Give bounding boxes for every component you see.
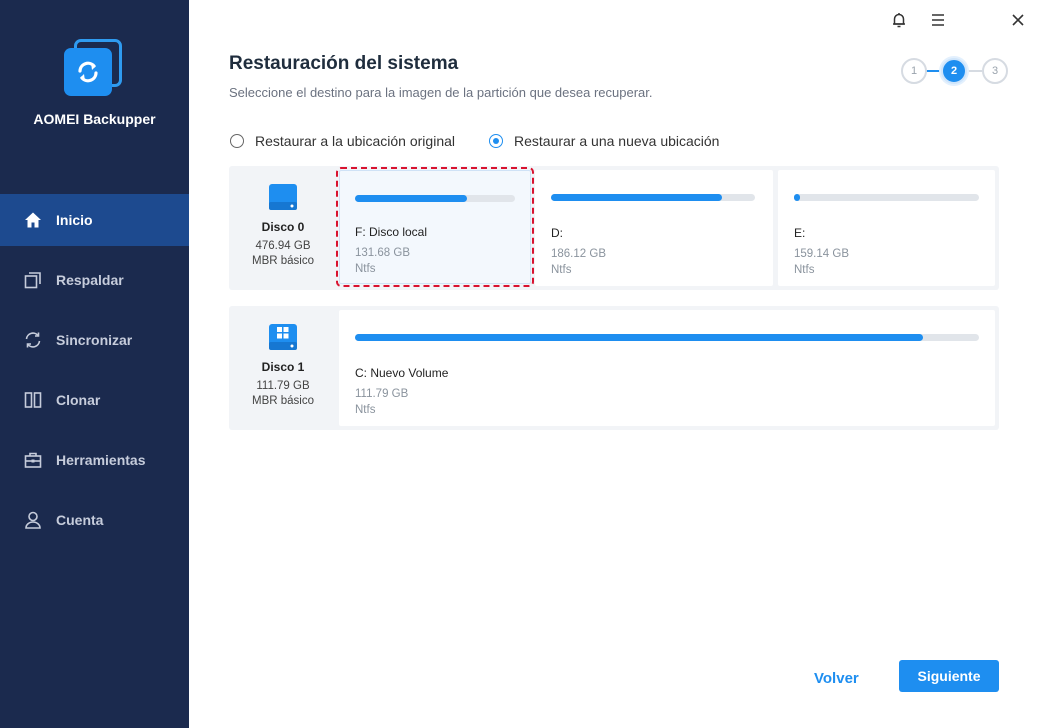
back-button[interactable]: Volver bbox=[806, 668, 867, 689]
partition-size: 111.79 GB bbox=[355, 388, 409, 400]
partition-name: C: Nuevo Volume bbox=[355, 366, 449, 380]
step-3: 3 bbox=[982, 58, 1008, 84]
step-connector bbox=[966, 70, 982, 72]
disk-type: MBR básico bbox=[252, 395, 314, 407]
partition-fs: Ntfs bbox=[551, 264, 572, 276]
partition-fs: Ntfs bbox=[794, 264, 815, 276]
sidebar-nav: Inicio Respaldar Sincronizar Clonar Herr… bbox=[0, 194, 189, 554]
disk-name: Disco 1 bbox=[261, 360, 305, 374]
hard-disk-icon bbox=[268, 182, 298, 212]
sync-icon bbox=[23, 330, 43, 350]
restore-original-label: Restaurar a la ubicación original bbox=[255, 133, 455, 149]
sidebar-item-sincronizar[interactable]: Sincronizar bbox=[0, 314, 189, 366]
disk-row-0: Disco 0 476.94 GB MBR básico F: Disco lo… bbox=[229, 166, 999, 290]
disk-size: 111.79 GB bbox=[256, 380, 310, 392]
menu-icon[interactable] bbox=[928, 10, 948, 30]
partition-fs: Ntfs bbox=[355, 404, 376, 416]
partition-name: D: bbox=[551, 226, 563, 240]
step-1: 1 bbox=[901, 58, 927, 84]
partition-e[interactable]: E: 159.14 GB Ntfs bbox=[778, 170, 995, 286]
sidebar-item-respaldar[interactable]: Respaldar bbox=[0, 254, 189, 306]
partition-f-disco-local[interactable]: F: Disco local 131.68 GB Ntfs bbox=[336, 167, 534, 287]
sidebar-item-clonar[interactable]: Clonar bbox=[0, 374, 189, 426]
sidebar-item-label: Sincronizar bbox=[56, 332, 133, 348]
disk-info: Disco 0 476.94 GB MBR básico bbox=[229, 166, 337, 267]
sidebar-item-label: Clonar bbox=[56, 392, 101, 408]
sidebar-item-label: Cuenta bbox=[56, 512, 104, 528]
app-name: AOMEI Backupper bbox=[33, 111, 156, 127]
disk-info: Disco 1 111.79 GB MBR básico bbox=[229, 306, 337, 407]
usage-bar bbox=[355, 195, 515, 202]
sidebar-item-herramientas[interactable]: Herramientas bbox=[0, 434, 189, 486]
partition-size: 131.68 GB bbox=[355, 247, 410, 259]
partition-size: 186.12 GB bbox=[551, 248, 606, 260]
restore-new-label: Restaurar a una nueva ubicación bbox=[514, 133, 720, 149]
sidebar-item-label: Herramientas bbox=[56, 452, 146, 468]
sidebar-item-label: Inicio bbox=[56, 212, 93, 228]
partition-name: F: Disco local bbox=[355, 225, 428, 239]
app-logo-icon bbox=[64, 39, 124, 97]
disk-row-1: Disco 1 111.79 GB MBR básico C: Nuevo Vo… bbox=[229, 306, 999, 430]
sidebar-item-inicio[interactable]: Inicio bbox=[0, 194, 189, 246]
home-icon bbox=[23, 210, 43, 230]
radio-unchecked-icon[interactable] bbox=[230, 134, 244, 148]
close-icon[interactable] bbox=[1008, 10, 1028, 30]
bell-icon[interactable] bbox=[889, 10, 909, 30]
sidebar-item-cuenta[interactable]: Cuenta bbox=[0, 494, 189, 546]
clone-icon bbox=[23, 390, 43, 410]
partition-d[interactable]: D: 186.12 GB Ntfs bbox=[535, 170, 773, 286]
radio-checked-icon[interactable] bbox=[489, 134, 503, 148]
disk-type: MBR básico bbox=[252, 255, 314, 267]
page-subtitle: Seleccione el destino para la imagen de … bbox=[229, 85, 653, 100]
step-2-current: 2 bbox=[941, 58, 967, 84]
backup-icon bbox=[23, 270, 43, 290]
partition-fs: Ntfs bbox=[355, 263, 376, 275]
usage-bar bbox=[355, 334, 979, 341]
partition-size: 159.14 GB bbox=[794, 248, 849, 260]
next-button[interactable]: Siguiente bbox=[899, 660, 999, 692]
disk-name: Disco 0 bbox=[261, 220, 305, 234]
page-title: Restauración del sistema bbox=[229, 53, 459, 74]
step-connector bbox=[926, 70, 942, 72]
usage-bar bbox=[551, 194, 755, 201]
partition-name: E: bbox=[794, 226, 806, 240]
restore-original-option[interactable]: Restaurar a la ubicación original bbox=[230, 133, 455, 149]
system-disk-icon bbox=[268, 322, 298, 352]
partition-c-nuevo-volume[interactable]: C: Nuevo Volume 111.79 GB Ntfs bbox=[339, 310, 995, 426]
sidebar: AOMEI Backupper Inicio Respaldar Sincron… bbox=[0, 0, 189, 728]
disk-size: 476.94 GB bbox=[255, 240, 311, 252]
user-icon bbox=[23, 510, 43, 530]
restore-new-option[interactable]: Restaurar a una nueva ubicación bbox=[489, 133, 719, 149]
usage-bar bbox=[794, 194, 979, 201]
toolbox-icon bbox=[23, 450, 43, 470]
sidebar-item-label: Respaldar bbox=[56, 272, 124, 288]
